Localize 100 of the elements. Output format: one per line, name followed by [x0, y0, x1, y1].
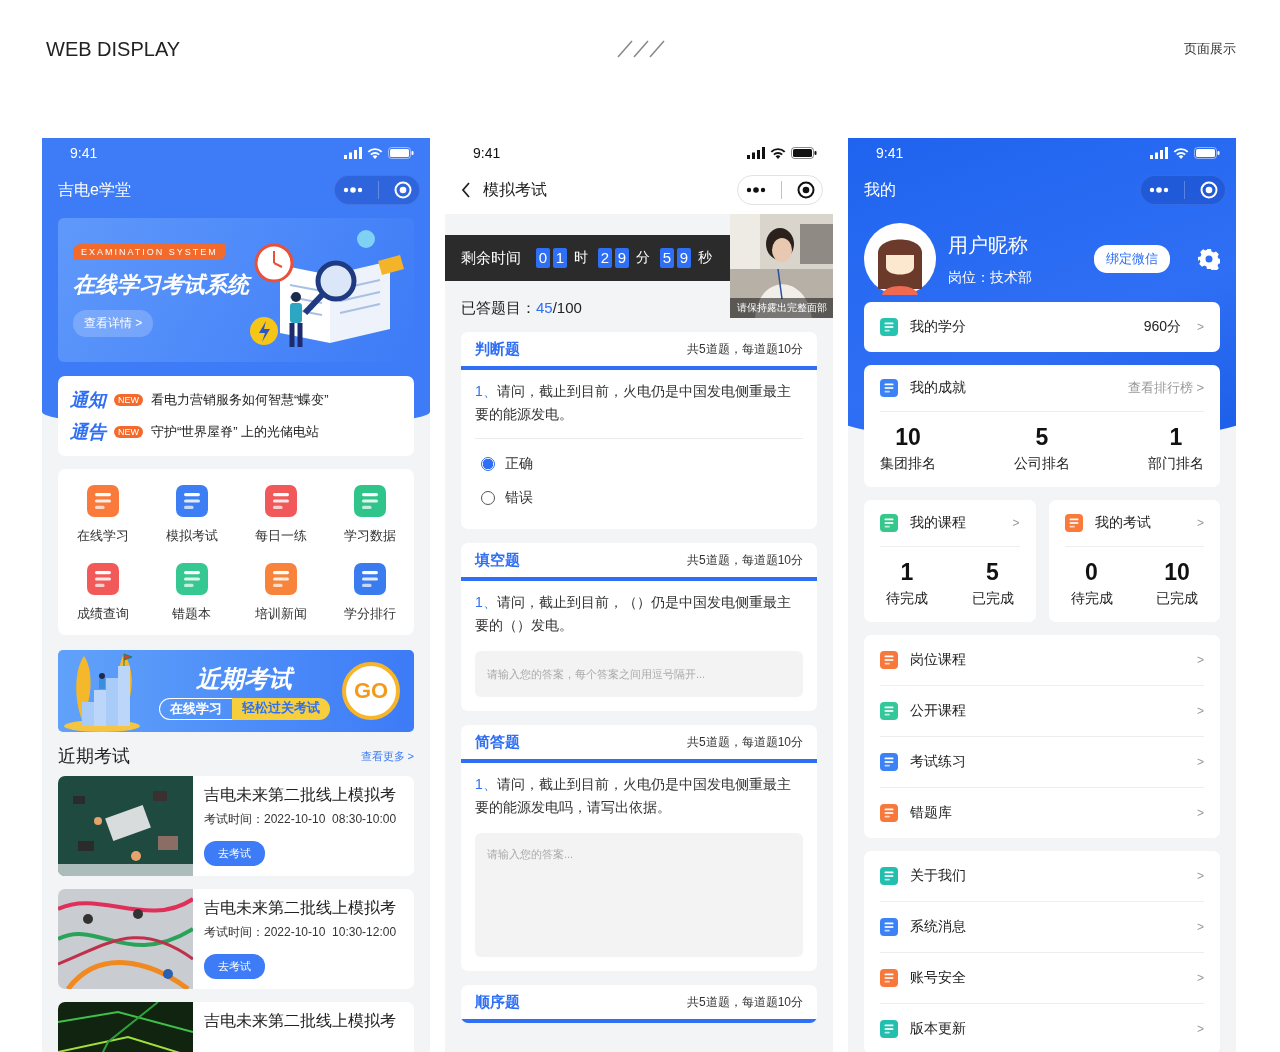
menu-item[interactable]: 错题本	[147, 563, 236, 623]
timer-digit: 9	[615, 248, 629, 268]
row-label: 我的成就	[910, 379, 967, 397]
menu-item[interactable]: 每日一练	[236, 485, 325, 545]
row-label: 考试练习	[910, 753, 967, 771]
exam-card[interactable]: 吉电未来第二批线上模拟考 考试时间：2022-10-10 08:30-10:00 去考试	[58, 776, 414, 876]
chevron: >	[1197, 320, 1204, 334]
stat-label: 待完成	[886, 590, 928, 608]
signal-icon	[1150, 147, 1168, 159]
row-label: 关于我们	[910, 867, 967, 885]
menu-row[interactable]: 岗位课程 >	[880, 635, 1204, 686]
signal-icon	[747, 147, 765, 159]
answer-option[interactable]: 正确	[475, 447, 803, 481]
notice-link[interactable]: 看电力营销服务如何智慧“蝶变”	[151, 391, 402, 409]
menu-item[interactable]: 培训新闻	[236, 563, 325, 623]
chevron: >	[1197, 920, 1204, 934]
stat-label: 已完成	[971, 590, 1014, 608]
row-label: 版本更新	[910, 1020, 967, 1038]
section-info: 共5道题，每道题10分	[686, 551, 803, 569]
status-time: 9:41	[70, 145, 98, 161]
chevron: >	[1197, 1022, 1204, 1036]
timer-digit: 1	[553, 248, 567, 268]
menu-row[interactable]: 关于我们 >	[880, 851, 1204, 902]
menu-item[interactable]: 模拟考试	[147, 485, 236, 545]
menu-row[interactable]: 系统消息 >	[880, 902, 1204, 953]
wifi-icon	[367, 147, 383, 159]
section-info: 共5道题，每道题10分	[686, 733, 803, 751]
countdown-label: 剩余时间	[461, 248, 521, 268]
chevron: >	[1197, 755, 1204, 769]
timer-digit: 2	[598, 248, 612, 268]
answer-field[interactable]: 请输入您的答案...	[475, 833, 803, 957]
chevron: >	[1012, 516, 1020, 530]
menu-row[interactable]: 账号安全 >	[880, 953, 1204, 1004]
menu-item[interactable]: 学分排行	[325, 563, 414, 623]
chevron: >	[1197, 869, 1204, 883]
answer-option[interactable]: 错误	[475, 481, 803, 515]
credits-row[interactable]: 我的学分 960分 >	[864, 302, 1220, 352]
bind-wechat-button[interactable]: 绑定微信	[1094, 245, 1170, 273]
exam-time: 考试时间：2022-10-10 10:30-12:00	[204, 924, 397, 941]
page-subheading: 页面展示	[1183, 40, 1236, 58]
settings-icon[interactable]	[1198, 248, 1220, 270]
battery-icon	[791, 147, 817, 159]
menu-row[interactable]: 错题库 >	[880, 788, 1204, 838]
section-title: 判断题	[475, 339, 520, 359]
back-icon[interactable]	[461, 182, 471, 198]
page-heading: WEB DISPLAY	[46, 37, 182, 61]
summary-card[interactable]: 我的课程 > 1 待完成 5 已完成	[864, 500, 1036, 622]
menu-item[interactable]: 在线学习	[58, 485, 147, 545]
user-name: 用户昵称	[948, 232, 1029, 258]
chevron: >	[1197, 653, 1204, 667]
chevron: >	[1197, 806, 1204, 820]
avatar	[864, 223, 936, 295]
banner-tag: EXAMINATION SYSTEM	[73, 243, 226, 260]
chevron: >	[1197, 516, 1204, 530]
stat-value: 5	[986, 559, 999, 586]
notice-link[interactable]: 守护“世界屋脊” 上的光储电站	[151, 423, 402, 441]
page-title: 我的	[864, 179, 896, 200]
row-label: 账号安全	[910, 969, 967, 987]
exam-title: 吉电未来第二批线上模拟考	[204, 1011, 396, 1031]
exam-card[interactable]: 吉电未来第二批线上模拟考	[58, 1002, 414, 1052]
menu-row[interactable]: 考试练习 >	[880, 737, 1204, 788]
section-title: 顺序题	[475, 992, 520, 1012]
start-exam-button[interactable]: 去考试	[204, 954, 265, 979]
menu-row[interactable]: 公开课程 >	[880, 686, 1204, 737]
menu-item[interactable]: 成绩查询	[58, 563, 147, 623]
menu-item[interactable]: 学习数据	[325, 485, 414, 545]
time-unit: 分	[636, 249, 650, 267]
stat-value: 10	[895, 424, 921, 451]
timer-digit: 0	[536, 248, 550, 268]
section-info: 共5道题，每道题10分	[686, 993, 803, 1011]
start-exam-button[interactable]: 去考试	[204, 841, 265, 866]
more-icon[interactable]	[745, 187, 766, 193]
summary-card[interactable]: 我的考试 > 0 待完成 10 已完成	[1048, 500, 1220, 622]
status-time: 9:41	[876, 145, 904, 161]
answered-count: 已答题目：45/100	[461, 299, 583, 318]
section-title: 近期考试	[58, 745, 130, 768]
camera-caption: 请保持露出完整面部	[730, 298, 833, 318]
stat-value: 1	[900, 559, 914, 586]
slashes-drawing	[616, 40, 666, 58]
row-label: 公开课程	[910, 702, 967, 720]
new-badge: NEW	[114, 394, 143, 406]
stat-label: 已完成	[1156, 590, 1198, 608]
answer-field[interactable]: 请输入您的答案，每个答案之间用逗号隔开...	[475, 651, 803, 697]
time-unit: 时	[574, 249, 588, 267]
exam-card[interactable]: 吉电未来第二批线上模拟考 考试时间：2022-10-10 10:30-12:00 去考试	[58, 889, 414, 989]
target-icon[interactable]	[796, 181, 815, 199]
stat-label: 待完成	[1070, 590, 1113, 608]
wifi-icon	[1173, 147, 1189, 159]
timer-digit: 5	[660, 248, 674, 268]
more-link[interactable]: 查看更多 >	[360, 748, 414, 764]
app-title: 吉电e学堂	[58, 179, 131, 200]
more-icon[interactable]	[1148, 187, 1169, 193]
stat-value: 0	[1085, 559, 1098, 586]
exam-title: 吉电未来第二批线上模拟考	[204, 785, 396, 805]
new-badge: NEW	[114, 426, 143, 438]
row-label: 我的课程	[910, 514, 967, 532]
row-label: 岗位课程	[910, 651, 967, 669]
question-text: 1、请问，截止到目前，（）仍是中国发电侧重最主要的（）发电。	[475, 593, 792, 635]
battery-icon	[1194, 147, 1220, 159]
menu-row[interactable]: 版本更新 >	[880, 1004, 1204, 1052]
